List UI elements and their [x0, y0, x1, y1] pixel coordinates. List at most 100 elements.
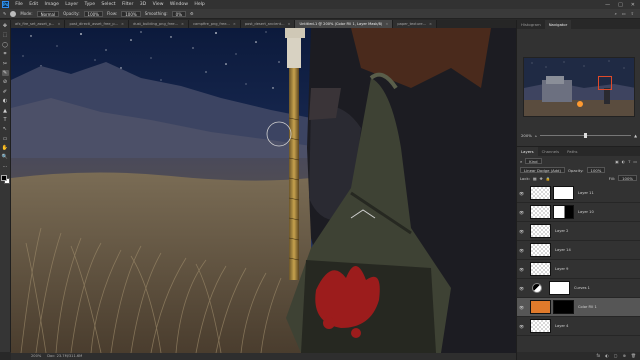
- zoom-in-icon[interactable]: ▲: [634, 133, 637, 138]
- document-canvas[interactable]: [11, 28, 516, 353]
- close-tab-icon[interactable]: ×: [121, 20, 124, 28]
- layer-row[interactable]: 👁 Layer 9: [517, 260, 640, 279]
- zoom-slider[interactable]: [539, 132, 632, 138]
- settings-gear-icon[interactable]: ⚙: [190, 11, 194, 16]
- adjustment-layer-icon[interactable]: ◐: [605, 352, 609, 360]
- foreground-color-swatch[interactable]: [0, 175, 7, 182]
- layer-mask-thumbnail[interactable]: [553, 186, 574, 200]
- zoom-tool-icon[interactable]: 🔍: [2, 154, 9, 160]
- layer-row[interactable]: 👁 Layer 10: [517, 203, 640, 222]
- menu-help[interactable]: Help: [191, 2, 208, 7]
- tab-histogram[interactable]: Histogram: [517, 20, 545, 29]
- zoom-out-icon[interactable]: ▵: [535, 133, 537, 138]
- color-swatches[interactable]: [0, 175, 10, 185]
- filter-type-icon[interactable]: T: [628, 159, 630, 164]
- layer-opacity-field[interactable]: 100%: [586, 167, 606, 173]
- close-tab-icon[interactable]: ×: [57, 20, 60, 28]
- trash-icon[interactable]: 🗑: [631, 352, 636, 360]
- layer-row[interactable]: 👁 Layer 14: [517, 241, 640, 260]
- document-tab[interactable]: post_directi_asset_free_p... ×: [65, 20, 130, 28]
- workspace-icon[interactable]: ▭: [622, 11, 626, 16]
- layer-row[interactable]: 👁 Layer 2: [517, 222, 640, 241]
- menu-layer[interactable]: Layer: [62, 2, 81, 7]
- filter-kind-select[interactable]: Kind: [525, 158, 542, 164]
- close-icon[interactable]: ✕: [631, 2, 635, 8]
- blend-mode-select[interactable]: Linear Dodge (Add): [520, 167, 565, 173]
- search-icon[interactable]: ⌕: [615, 11, 617, 16]
- group-icon[interactable]: ▢: [614, 352, 618, 360]
- maximize-icon[interactable]: □: [618, 2, 623, 8]
- close-tab-icon[interactable]: ×: [287, 20, 290, 28]
- menu-file[interactable]: File: [12, 2, 26, 7]
- smoothing-field[interactable]: 0%: [171, 10, 187, 17]
- mode-select[interactable]: Normal: [36, 10, 60, 17]
- layer-mask-thumbnail[interactable]: [549, 281, 570, 295]
- marquee-tool-icon[interactable]: ⬚: [2, 32, 9, 38]
- tab-channels[interactable]: Channels: [538, 147, 564, 156]
- navigator-thumbnail[interactable]: [523, 57, 635, 117]
- visibility-eye-icon[interactable]: 👁: [517, 286, 526, 291]
- menu-view[interactable]: View: [149, 2, 166, 7]
- menu-type[interactable]: Type: [81, 2, 98, 7]
- document-tab[interactable]: dust_building_png_free... ×: [129, 20, 190, 28]
- tab-paths[interactable]: Paths: [563, 147, 581, 156]
- tab-navigator[interactable]: Navigator: [544, 20, 572, 29]
- share-icon[interactable]: ⇪: [631, 11, 634, 16]
- dodge-tool-icon[interactable]: ◐: [2, 98, 9, 104]
- visibility-eye-icon[interactable]: 👁: [517, 191, 526, 196]
- lasso-tool-icon[interactable]: ◯: [2, 42, 9, 48]
- layer-row[interactable]: 👁 Layer 11: [517, 184, 640, 203]
- visibility-eye-icon[interactable]: 👁: [517, 324, 526, 329]
- visibility-eye-icon[interactable]: 👁: [517, 229, 526, 234]
- layer-fill-field[interactable]: 100%: [618, 175, 637, 181]
- layer-row[interactable]: 👁 Curves 1: [517, 279, 640, 298]
- layer-mask-thumbnail[interactable]: [553, 205, 574, 219]
- new-layer-icon[interactable]: ⊕: [623, 352, 626, 360]
- menu-window[interactable]: Window: [167, 2, 192, 7]
- lock-position-icon[interactable]: ✥: [540, 176, 543, 181]
- flow-field[interactable]: 100%: [121, 10, 141, 17]
- document-tab[interactable]: campfire_png_free... ×: [189, 20, 241, 28]
- close-tab-icon[interactable]: ×: [233, 20, 236, 28]
- opacity-field[interactable]: 100%: [83, 10, 103, 17]
- document-tab[interactable]: afx_fire_set_asset_p... ×: [11, 20, 66, 28]
- brush-tool-icon[interactable]: ✎: [1, 69, 9, 76]
- filter-adjust-icon[interactable]: ◐: [622, 159, 625, 164]
- visibility-eye-icon[interactable]: 👁: [517, 305, 526, 310]
- tab-layers[interactable]: Layers: [517, 147, 538, 156]
- more-tools-icon[interactable]: ⋯: [2, 164, 9, 170]
- menu-edit[interactable]: Edit: [26, 2, 41, 7]
- lock-pixels-icon[interactable]: ▦: [533, 176, 537, 181]
- close-tab-icon[interactable]: ×: [181, 20, 184, 28]
- fx-icon[interactable]: fx: [597, 352, 601, 360]
- pen-tool-icon[interactable]: ▲: [2, 108, 9, 114]
- path-selection-tool-icon[interactable]: ↖: [2, 126, 9, 132]
- layer-mask-thumbnail[interactable]: [553, 300, 574, 314]
- move-tool-icon[interactable]: ✥: [2, 23, 9, 29]
- menu-select[interactable]: Select: [98, 2, 119, 7]
- eraser-tool-icon[interactable]: ⊘: [2, 79, 9, 85]
- crop-tool-icon[interactable]: ⌗: [2, 51, 9, 57]
- document-tab[interactable]: post_desert_ancient... ×: [240, 20, 296, 28]
- filter-pixel-icon[interactable]: ▣: [615, 159, 619, 164]
- menu-image[interactable]: Image: [41, 2, 62, 7]
- close-tab-icon[interactable]: ×: [429, 20, 432, 28]
- filter-shape-icon[interactable]: ▭: [633, 159, 637, 164]
- brush-tool-icon[interactable]: ✎: [3, 11, 6, 16]
- layer-row-selected[interactable]: 👁 Color Fill 1: [517, 298, 640, 317]
- clone-stamp-tool-icon[interactable]: ✐: [2, 89, 9, 95]
- slice-tool-icon[interactable]: ✂: [2, 61, 9, 67]
- lock-all-icon[interactable]: 🔒: [546, 176, 551, 181]
- visibility-eye-icon[interactable]: 👁: [517, 248, 526, 253]
- document-tab-active[interactable]: Untitled-1 @ 200% (Color Fill 1, Layer M…: [295, 20, 394, 28]
- nav-zoom-value[interactable]: 200%: [521, 133, 532, 138]
- menu-3d[interactable]: 3D: [137, 2, 150, 7]
- brush-preset-icon[interactable]: [10, 10, 17, 17]
- navigator-view-box[interactable]: [598, 76, 612, 90]
- minimize-icon[interactable]: —: [605, 2, 610, 8]
- shape-tool-icon[interactable]: ▭: [2, 136, 9, 142]
- hand-tool-icon[interactable]: ✋: [2, 145, 9, 151]
- visibility-eye-icon[interactable]: 👁: [517, 267, 526, 272]
- document-tab[interactable]: paper_texture... ×: [393, 20, 438, 28]
- zoom-slider-handle[interactable]: [583, 132, 587, 138]
